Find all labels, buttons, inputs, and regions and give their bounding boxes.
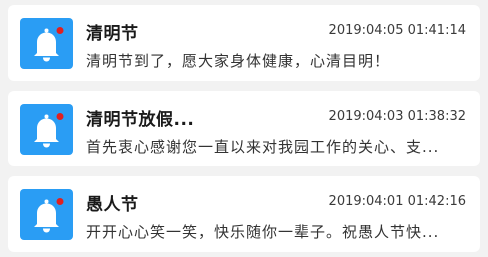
notification-time: 2019:04:05 01:41:14 <box>328 23 466 38</box>
notification-preview: 首先衷心感谢您一直以来对我园工作的关心、支... <box>86 138 440 156</box>
notification-card[interactable]: 愚人节 2019:04:01 01:42:16 开开心心笑一笑，快乐随你一辈子。… <box>8 176 480 252</box>
bell-icon <box>20 189 73 240</box>
notification-preview: 开开心心笑一笑，快乐随你一辈子。祝愚人节快... <box>86 223 440 241</box>
notification-card[interactable]: 清明节放假... 2019:04:03 01:38:32 首先衷心感谢您一直以来… <box>8 91 480 166</box>
bell-icon <box>20 18 73 69</box>
notification-card[interactable]: 清明节 2019:04:05 01:41:14 清明节到了，愿大家身体健康，心清… <box>8 5 480 81</box>
notification-time: 2019:04:01 01:42:16 <box>328 194 466 209</box>
notification-list: 清明节 2019:04:05 01:41:14 清明节到了，愿大家身体健康，心清… <box>0 0 488 257</box>
notification-time: 2019:04:03 01:38:32 <box>328 109 466 124</box>
notification-title: 清明节 <box>86 24 139 44</box>
notification-preview: 清明节到了，愿大家身体健康，心清目明！ <box>86 52 391 70</box>
bell-icon <box>20 104 73 155</box>
notification-title: 愚人节 <box>86 195 139 215</box>
notification-title: 清明节放假... <box>86 110 195 130</box>
